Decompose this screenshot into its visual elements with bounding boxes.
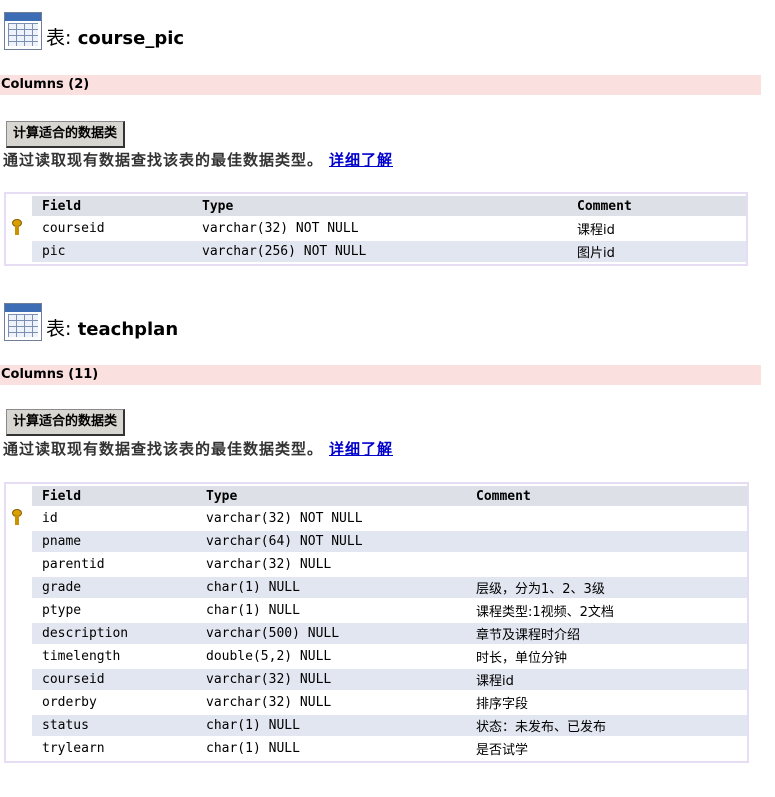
- table-row[interactable]: description varchar(500) NULL 章节及课程时介绍: [6, 623, 747, 644]
- comment-col-header: Comment: [567, 196, 746, 216]
- comment-cell: [466, 531, 747, 552]
- type-cell: char(1) NULL: [196, 600, 466, 621]
- field-cell: timelength: [32, 646, 196, 667]
- field-cell: status: [32, 715, 196, 736]
- type-cell: char(1) NULL: [196, 738, 466, 759]
- field-cell: id: [32, 508, 196, 529]
- learn-more-link[interactable]: 详细了解: [329, 151, 393, 169]
- type-cell: varchar(32) NOT NULL: [196, 508, 466, 529]
- comment-cell: 状态：未发布、已发布: [466, 715, 747, 736]
- field-cell: trylearn: [32, 738, 196, 759]
- primary-key-icon: [12, 218, 22, 235]
- key-cell: [6, 738, 32, 759]
- table-header: 表: teachplan: [4, 297, 178, 341]
- table-row[interactable]: courseid varchar(32) NOT NULL 课程id: [6, 218, 746, 239]
- table-row[interactable]: ptype char(1) NULL 课程类型:1视频、2文档: [6, 600, 747, 621]
- columns-body: courseid varchar(32) NOT NULL 课程id pic varch…: [6, 218, 746, 262]
- field-cell: description: [32, 623, 196, 644]
- field-col-header: Field: [32, 196, 192, 216]
- comment-cell: 层级，分为1、2、3级: [466, 577, 747, 598]
- field-cell: grade: [32, 577, 196, 598]
- type-col-header: Type: [196, 486, 466, 506]
- table-row[interactable]: trylearn char(1) NULL 是否试学: [6, 738, 747, 759]
- key-cell: [6, 577, 32, 598]
- comment-cell: 课程id: [567, 218, 746, 239]
- comment-cell: 是否试学: [466, 738, 747, 759]
- table-row[interactable]: grade char(1) NULL 层级，分为1、2、3级: [6, 577, 747, 598]
- key-cell: [6, 623, 32, 644]
- type-cell: varchar(32) NULL: [196, 554, 466, 575]
- table-name: course_pic: [77, 28, 185, 49]
- table-row[interactable]: pic varchar(256) NOT NULL 图片id: [6, 241, 746, 262]
- field-cell: parentid: [32, 554, 196, 575]
- hint-text: 通过读取现有数据查找该表的最佳数据类型。 详细了解: [3, 438, 393, 459]
- key-cell: [6, 600, 32, 621]
- key-col-header: [6, 196, 32, 216]
- learn-more-link[interactable]: 详细了解: [329, 440, 393, 458]
- type-cell: varchar(64) NOT NULL: [196, 531, 466, 552]
- field-cell: pname: [32, 531, 196, 552]
- hint-message: 通过读取现有数据查找该表的最佳数据类型。: [3, 151, 324, 169]
- field-cell: courseid: [32, 218, 192, 239]
- table-row[interactable]: id varchar(32) NOT NULL: [6, 508, 747, 529]
- comment-cell: [466, 508, 747, 529]
- columns-body: id varchar(32) NOT NULL pname varchar(64) N…: [6, 508, 747, 759]
- columns-grid: Field Type Comment id varchar(32) NOT NUL…: [4, 482, 749, 763]
- columns-count-bar: Columns (2): [0, 75, 761, 95]
- comment-col-header: Comment: [466, 486, 747, 506]
- calc-datatype-button[interactable]: 计算适合的数据类: [6, 409, 126, 436]
- primary-key-icon: [12, 508, 22, 525]
- type-cell: varchar(32) NULL: [196, 669, 466, 690]
- key-cell: [6, 669, 32, 690]
- type-cell: double(5,2) NULL: [196, 646, 466, 667]
- key-cell: [6, 241, 32, 262]
- comment-cell: 图片id: [567, 241, 746, 262]
- field-cell: pic: [32, 241, 192, 262]
- type-cell: char(1) NULL: [196, 715, 466, 736]
- columns-count-bar: Columns (11): [0, 365, 761, 385]
- key-cell: [6, 531, 32, 552]
- type-cell: varchar(500) NULL: [196, 623, 466, 644]
- table-row[interactable]: pname varchar(64) NOT NULL: [6, 531, 747, 552]
- calc-datatype-button[interactable]: 计算适合的数据类: [6, 121, 126, 148]
- field-cell: orderby: [32, 692, 196, 713]
- hint-message: 通过读取现有数据查找该表的最佳数据类型。: [3, 440, 324, 458]
- comment-cell: 排序字段: [466, 692, 747, 713]
- type-col-header: Type: [192, 196, 567, 216]
- type-cell: varchar(32) NULL: [196, 692, 466, 713]
- key-cell: [6, 692, 32, 713]
- table-row[interactable]: courseid varchar(32) NULL 课程id: [6, 669, 747, 690]
- type-cell: char(1) NULL: [196, 577, 466, 598]
- columns-grid: Field Type Comment courseid varchar(32) N…: [4, 192, 748, 266]
- field-cell: ptype: [32, 600, 196, 621]
- key-cell: [6, 508, 32, 529]
- type-cell: varchar(32) NOT NULL: [192, 218, 567, 239]
- field-cell: courseid: [32, 669, 196, 690]
- comment-cell: [466, 554, 747, 575]
- table-title-prefix: 表:: [46, 318, 72, 340]
- comment-cell: 章节及课程时介绍: [466, 623, 747, 644]
- table-header: 表: course_pic: [4, 6, 184, 50]
- type-cell: varchar(256) NOT NULL: [192, 241, 567, 262]
- table-row[interactable]: parentid varchar(32) NULL: [6, 554, 747, 575]
- key-col-header: [6, 486, 32, 506]
- comment-cell: 课程id: [466, 669, 747, 690]
- comment-cell: 时长，单位分钟: [466, 646, 747, 667]
- field-col-header: Field: [32, 486, 196, 506]
- table-icon: [4, 303, 42, 341]
- table-title-prefix: 表:: [46, 27, 72, 49]
- hint-text: 通过读取现有数据查找该表的最佳数据类型。 详细了解: [3, 149, 393, 170]
- table-row[interactable]: timelength double(5,2) NULL 时长，单位分钟: [6, 646, 747, 667]
- key-cell: [6, 218, 32, 239]
- table-name: teachplan: [77, 319, 179, 340]
- key-cell: [6, 554, 32, 575]
- key-cell: [6, 715, 32, 736]
- table-icon: [4, 12, 42, 50]
- table-title: 表: course_pic: [46, 27, 184, 50]
- table-title: 表: teachplan: [46, 318, 178, 341]
- table-row[interactable]: orderby varchar(32) NULL 排序字段: [6, 692, 747, 713]
- comment-cell: 课程类型:1视频、2文档: [466, 600, 747, 621]
- key-cell: [6, 646, 32, 667]
- table-row[interactable]: status char(1) NULL 状态：未发布、已发布: [6, 715, 747, 736]
